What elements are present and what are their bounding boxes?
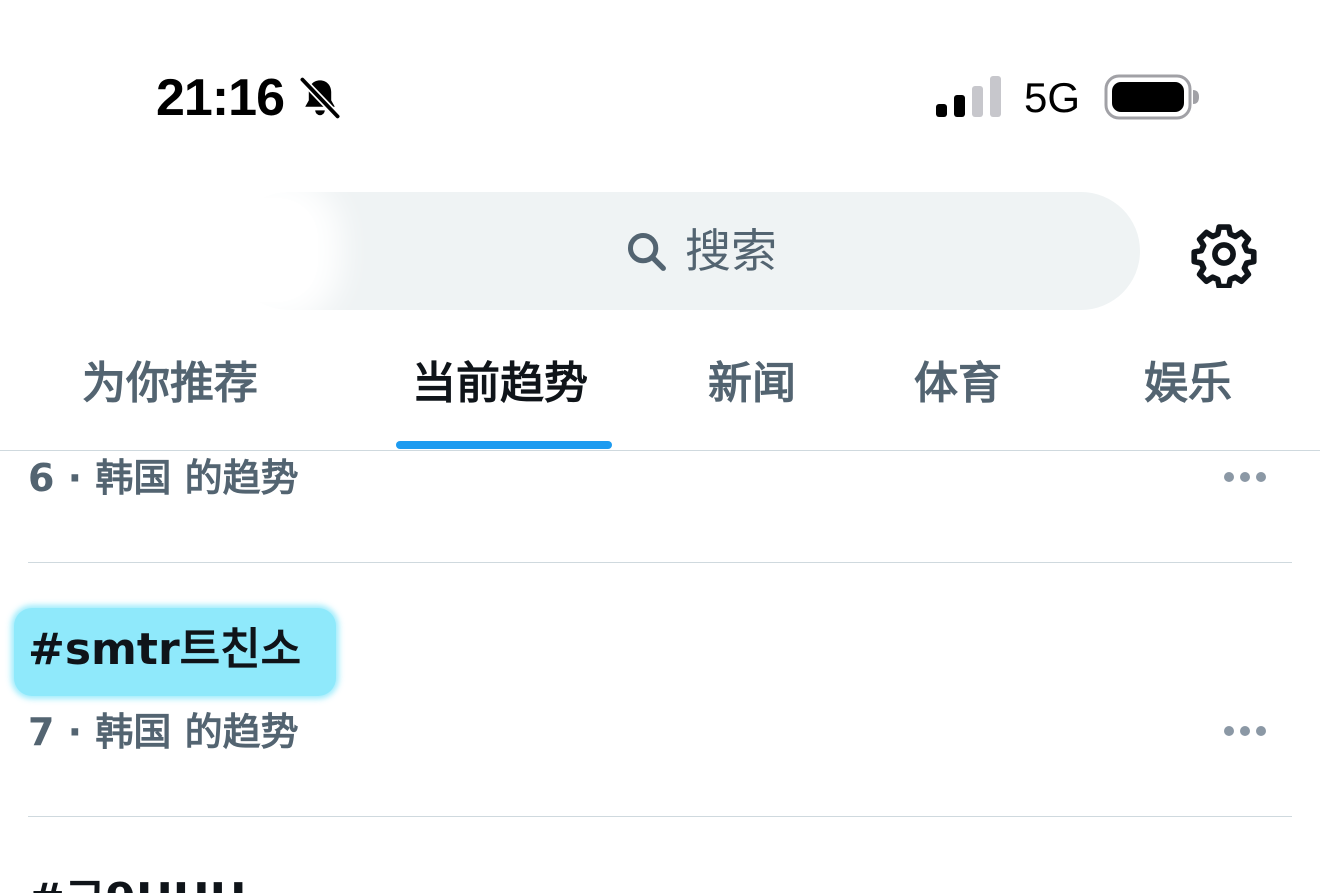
avatar[interactable] xyxy=(38,198,318,302)
search-input[interactable]: 搜索 xyxy=(230,192,1140,310)
tab-news[interactable]: 新闻 xyxy=(708,354,796,414)
status-time: 21:16 xyxy=(156,69,285,127)
tab-for-you[interactable]: 为你推荐 xyxy=(82,354,258,414)
trend-title[interactable]: #교9HHH xyxy=(28,872,246,893)
tab-trending[interactable]: 当前趋势 xyxy=(412,354,588,414)
trend-title[interactable]: #smtr트친소 xyxy=(28,622,301,678)
trend-rank-label: 7 · 韩国 的趋势 xyxy=(28,710,299,754)
row-divider xyxy=(28,562,1292,563)
tabs-divider xyxy=(0,450,1320,451)
battery-icon xyxy=(1104,74,1199,120)
tab-bar: 为你推荐 当前趋势 新闻 体育 娱乐 xyxy=(0,340,1320,450)
more-options-icon[interactable] xyxy=(1222,724,1268,738)
trend-rank-label: 6 · 韩国 的趋势 xyxy=(28,456,299,500)
network-label: 5G xyxy=(1024,74,1081,121)
explore-screen: 21:16 5G 搜索 为你推荐 当前趋势 新闻 体育 娱乐 6 · 韩国 的趋… xyxy=(0,0,1320,893)
search-icon xyxy=(627,232,666,271)
gear-icon[interactable] xyxy=(1190,220,1258,288)
status-bar: 21:16 5G xyxy=(0,0,1320,175)
search-content: 搜索 xyxy=(623,223,777,279)
tab-entertainment[interactable]: 娱乐 xyxy=(1144,354,1232,414)
tab-sports[interactable]: 体育 xyxy=(914,354,1002,414)
bell-slash-icon xyxy=(298,75,342,121)
search-placeholder: 搜索 xyxy=(685,224,777,278)
more-options-icon[interactable] xyxy=(1222,470,1268,484)
row-divider xyxy=(28,816,1292,817)
active-tab-indicator xyxy=(396,441,612,449)
signal-icon xyxy=(936,76,1001,117)
